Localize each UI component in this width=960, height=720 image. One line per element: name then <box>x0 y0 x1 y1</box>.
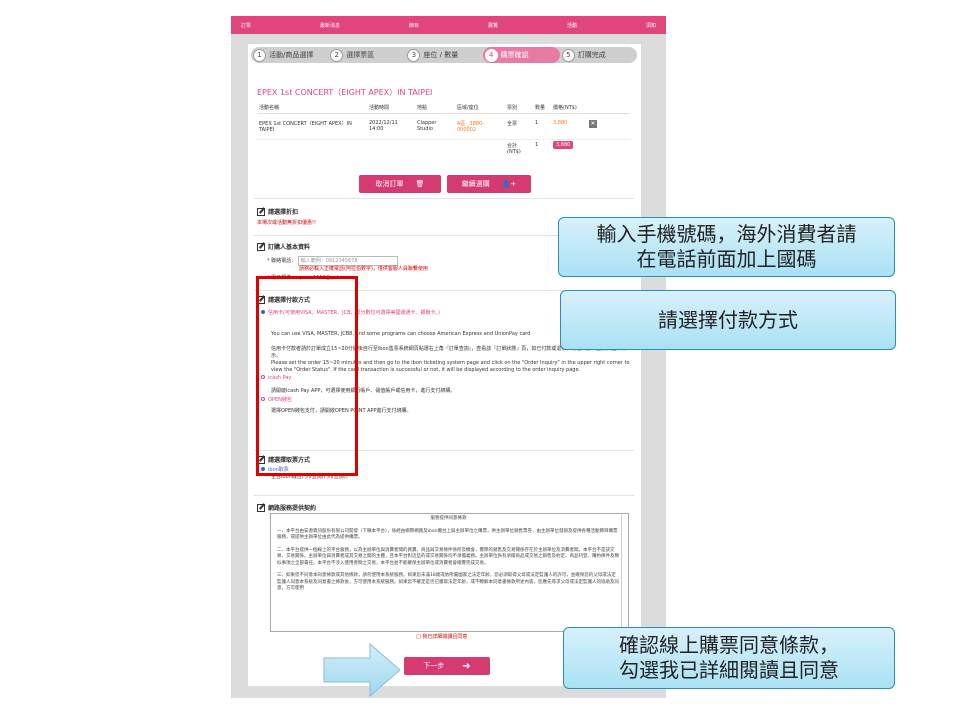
col-header: 地點 <box>415 102 455 114</box>
step-5: 5 訂購完成 <box>560 48 637 62</box>
callout-agree: 確認線上購票同意條款， 勾選我已詳細閱讀且同意 <box>563 627 895 689</box>
terms-scrollbar[interactable] <box>621 515 627 630</box>
nav-item[interactable]: 節目 <box>409 22 419 29</box>
next-step-button[interactable]: 下一步 ➜ <box>404 657 490 675</box>
trash-icon: 🗑 <box>415 180 425 188</box>
nav-item[interactable]: 展覽 <box>488 22 498 29</box>
price: 3,880 <box>551 113 587 140</box>
ticket-type: 全票 <box>505 113 533 140</box>
pointer-arrow-icon <box>323 642 401 698</box>
nav-item[interactable]: 須知 <box>646 22 656 29</box>
edit-icon <box>257 242 265 251</box>
step-1: 1 活動/商品選擇 <box>251 48 328 62</box>
col-header: 區域/座位 <box>455 102 505 114</box>
continue-shopping-button[interactable]: 繼續選購 👤+ <box>447 175 531 193</box>
qty: 1 <box>533 113 551 140</box>
seat: A區 _3880-000002 <box>455 113 505 140</box>
nav-item[interactable]: 最新消息 <box>320 22 340 29</box>
nav-item[interactable]: 活動 <box>567 22 577 29</box>
discount-section: 請選擇折扣 本場次或活動無折扣優惠!! <box>257 207 317 226</box>
col-header: 價格(NT$) <box>551 102 587 114</box>
col-header: 票別 <box>505 102 533 114</box>
concert-title: EPEX 1st CONCERT（EIGHT APEX）IN TAIPEI <box>257 88 433 97</box>
agree-checkbox[interactable]: □ 我已詳細閱讀且同意 <box>416 634 467 641</box>
total-label: 合計 (NT$) <box>507 143 521 155</box>
step-progress: 1 活動/商品選擇 2 選擇票區 3 座位 / 數量 4 購票確認 5 訂購完成 <box>251 47 637 63</box>
nav-item[interactable]: 訂票 <box>241 22 251 29</box>
cancel-order-button[interactable]: 取消訂單 🗑 <box>359 175 441 193</box>
total-qty: 1 <box>535 142 539 148</box>
col-header: 活動名稱 <box>257 102 367 114</box>
step-3: 3 座位 / 數量 <box>405 48 482 62</box>
arrow-right-icon: ➜ <box>462 660 471 672</box>
event-venue: Clapper Studio <box>415 113 455 140</box>
terms-section: 網路服務提供契約 <box>257 503 316 512</box>
add-user-icon: 👤+ <box>501 180 517 188</box>
event-time: 2022/12/11 14:00 <box>367 113 415 140</box>
table-row: EPEX 1st CONCERT（EIGHT APEX）IN TAIPEI 20… <box>257 113 630 140</box>
col-header: 活動時間 <box>367 102 415 114</box>
callout-phone: 輸入手機號碼，海外消費者請 在電話前面加上國碼 <box>558 217 895 277</box>
total-row: 合計 (NT$) 1 3,880 <box>257 140 630 158</box>
payment-highlight-box <box>256 276 358 476</box>
callout-payment: 請選擇付款方式 <box>560 290 896 350</box>
top-nav: 訂票 最新消息 節目 展覽 活動 須知 <box>231 16 666 34</box>
phone-input[interactable]: 輸入範例：0912345678 <box>297 256 398 266</box>
step-4-active: 4 購票確認 <box>482 47 560 63</box>
terms-textbox[interactable]: 服務提供同意條款 一、本平台由安源資訊股份有限公司開發（下稱本平台），係經由網際… <box>270 513 629 632</box>
col-header: 數量 <box>533 102 551 114</box>
event-name: EPEX 1st CONCERT（EIGHT APEX）IN TAIPEI <box>257 113 367 140</box>
edit-icon <box>257 207 265 216</box>
delete-icon[interactable]: ✕ <box>589 120 597 128</box>
step-2: 2 選擇票區 <box>328 48 405 62</box>
edit-icon <box>257 503 265 512</box>
order-table: 活動名稱 活動時間 地點 區域/座位 票別 數量 價格(NT$) EPEX 1s… <box>257 102 630 157</box>
total-price: 3,880 <box>553 141 574 149</box>
